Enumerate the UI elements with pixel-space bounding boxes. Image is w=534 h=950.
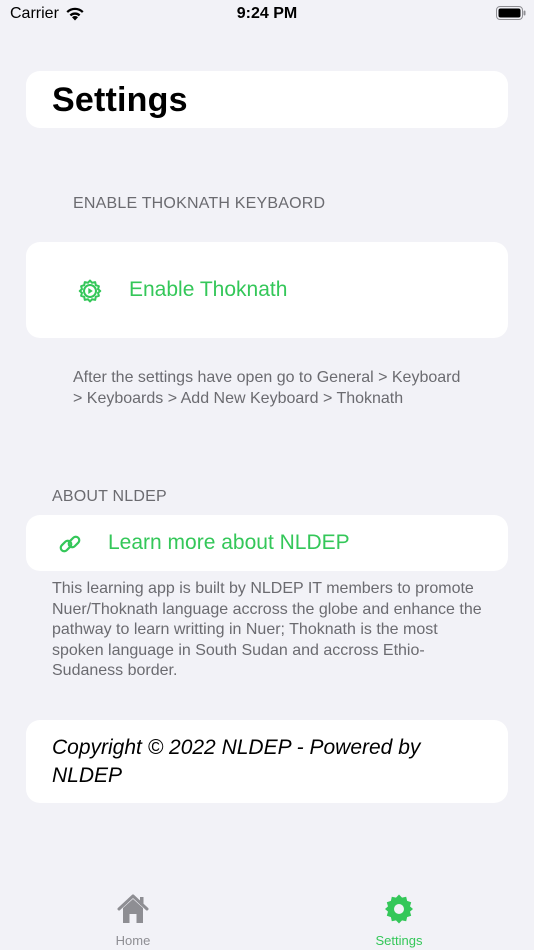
copyright-card: Copyright © 2022 NLDEP - Powered by NLDE… (26, 720, 508, 803)
enable-thoknath-button[interactable]: Enable Thoknath (26, 242, 508, 338)
learn-more-label: Learn more about NLDEP (108, 531, 350, 554)
learn-more-link[interactable]: Learn more about NLDEP (26, 515, 508, 571)
keyboard-instructions: After the settings have open go to Gener… (73, 369, 461, 407)
tab-settings[interactable]: Settings (339, 880, 459, 950)
learn-more-card: Learn more about NLDEP (26, 515, 508, 571)
about-description: This learning app is built by NLDEP IT m… (52, 580, 482, 679)
tab-home-label: Home (115, 933, 151, 948)
status-bar: Carrier 9:24 PM (0, 0, 534, 30)
battery-icon (496, 6, 526, 20)
keyboard-section-header: ENABLE THOKNATH KEYBAORD (73, 195, 326, 212)
gear-icon (78, 279, 102, 303)
copyright-text: Copyright © 2022 NLDEP - Powered by NLDE… (52, 736, 421, 787)
link-icon (59, 535, 81, 553)
page-title: Settings (52, 81, 188, 119)
enable-thoknath-label: Enable Thoknath (129, 278, 288, 301)
tab-settings-label: Settings (375, 933, 423, 948)
house-icon (117, 894, 149, 923)
title-card: Settings (26, 71, 508, 128)
gear-icon (385, 894, 413, 924)
enable-thoknath-card: Enable Thoknath (26, 242, 508, 338)
settings-screen: Carrier 9:24 PM Settings ENABLE THOKNATH… (0, 0, 534, 950)
status-time: 9:24 PM (236, 5, 298, 22)
tab-bar: Home Settings (0, 880, 534, 950)
about-section-header: ABOUT NLDEP (52, 488, 167, 505)
tab-home[interactable]: Home (73, 880, 193, 950)
